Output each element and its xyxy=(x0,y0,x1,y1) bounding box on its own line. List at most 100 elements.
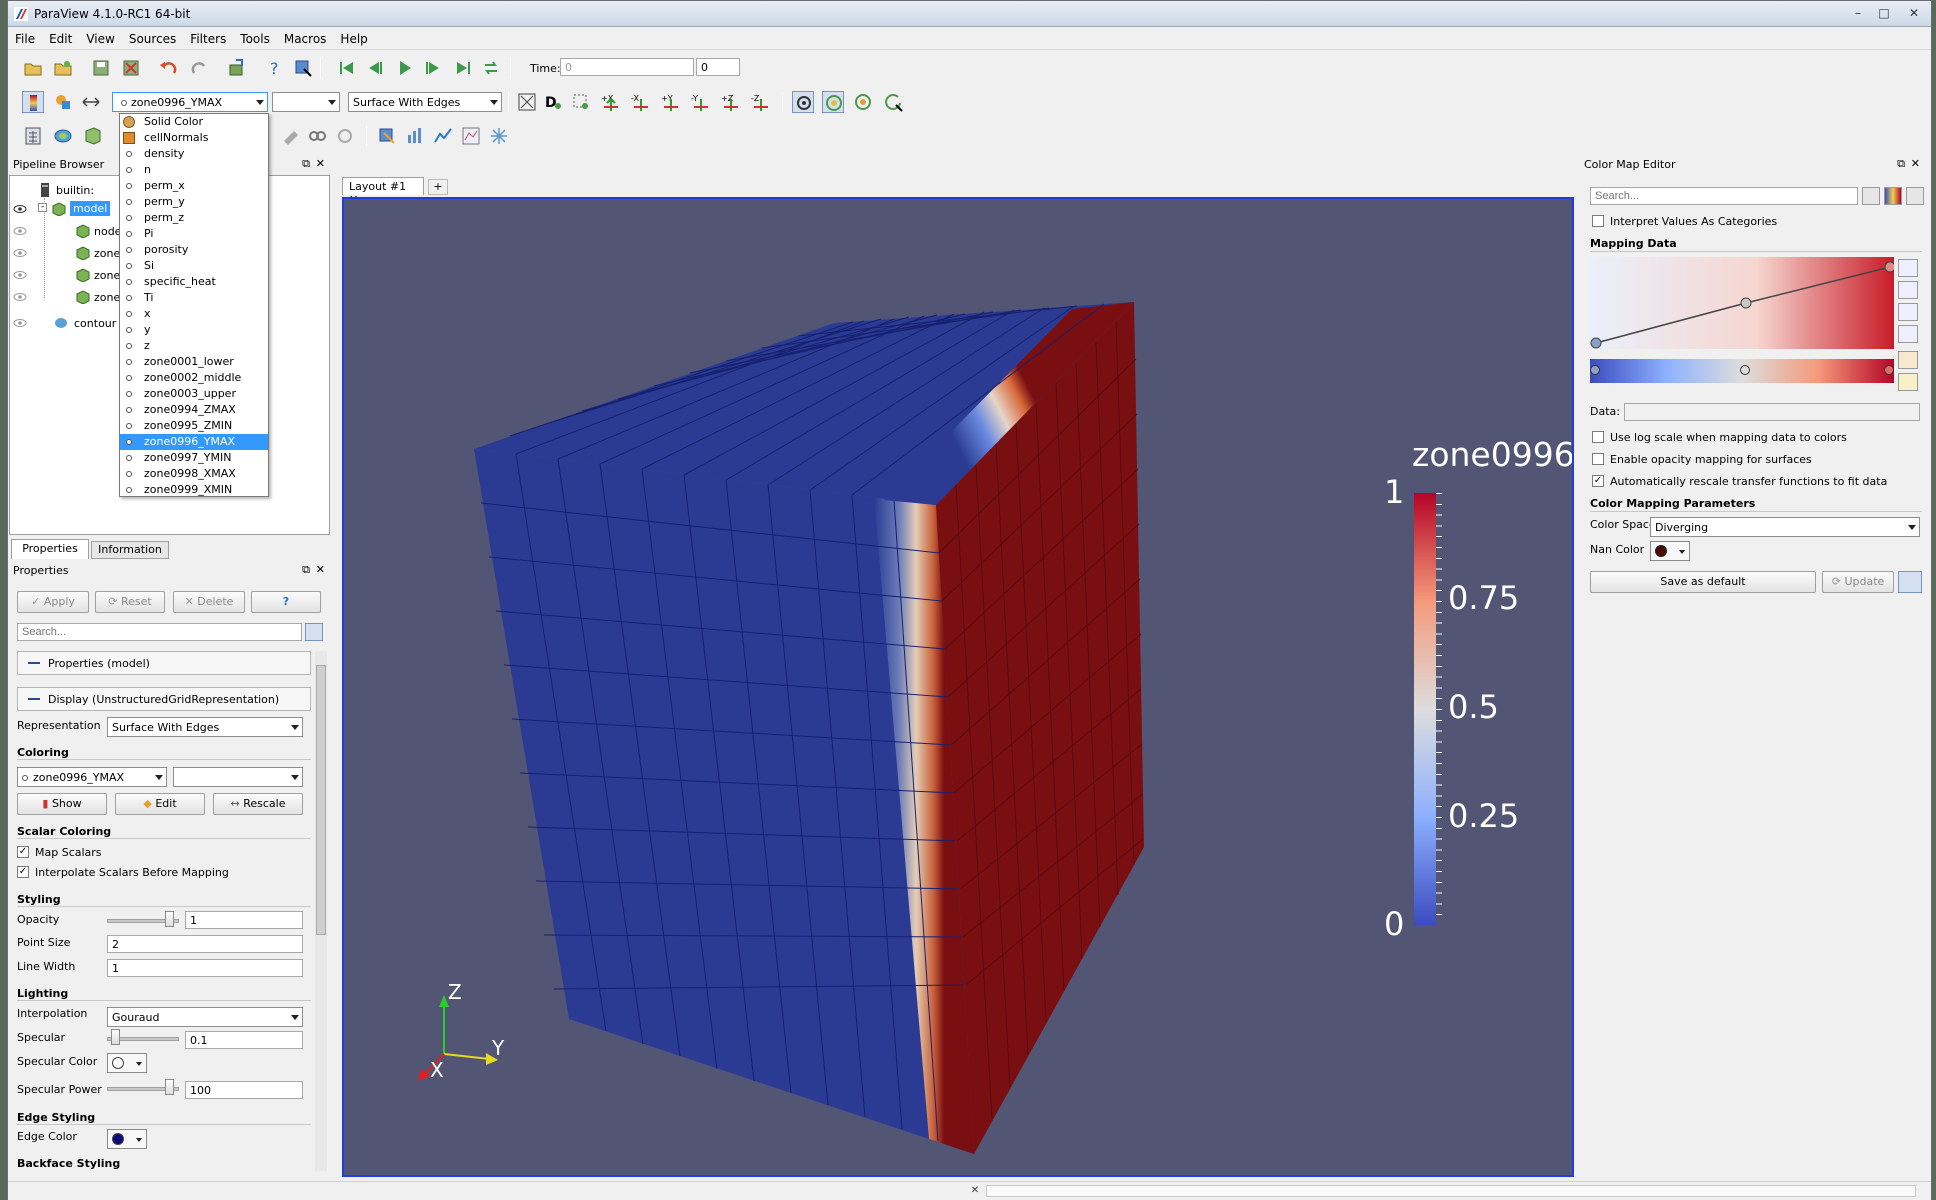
auto-update-toggle-icon[interactable] xyxy=(1898,571,1922,593)
edge-color-button[interactable] xyxy=(107,1129,147,1149)
scrollbar-thumb[interactable] xyxy=(316,665,326,935)
rescale-custom-range-icon[interactable] xyxy=(1898,259,1918,277)
last-frame-icon[interactable] xyxy=(452,57,474,79)
specular-power-slider-handle[interactable] xyxy=(165,1079,174,1095)
dropdown-item-zone0997-ymin[interactable]: zone0997_YMIN xyxy=(120,450,268,466)
tab-information[interactable]: Information xyxy=(91,541,169,559)
contour-icon[interactable] xyxy=(52,125,74,147)
rescale-range-icon[interactable] xyxy=(80,91,102,113)
colormap-presets-icon[interactable] xyxy=(1884,187,1902,205)
save-as-default-button[interactable]: Save as default xyxy=(1590,571,1816,593)
color-array-combo[interactable]: zone0996_YMAX xyxy=(112,92,268,112)
visibility-eye-icon[interactable] xyxy=(13,292,27,302)
group-datasets-icon[interactable] xyxy=(376,125,398,147)
float-panel-icon[interactable]: ⧉ xyxy=(1897,157,1905,171)
menu-view[interactable]: View xyxy=(79,28,121,46)
status-close-icon[interactable]: ✕ xyxy=(968,1185,982,1197)
line-width-field[interactable]: 1 xyxy=(107,959,303,977)
view-plus-z-icon[interactable]: +Z xyxy=(720,91,742,113)
tab-layout-1[interactable]: Layout #1 ✕ xyxy=(342,177,424,206)
add-tab-button[interactable]: + xyxy=(428,179,448,195)
first-frame-icon[interactable] xyxy=(336,57,358,79)
load-state-icon[interactable] xyxy=(52,57,74,79)
dropdown-item-perm-y[interactable]: perm_y xyxy=(120,194,268,210)
dropdown-item-zone0994-zmax[interactable]: zone0994_ZMAX xyxy=(120,402,268,418)
dropdown-item-perm-x[interactable]: perm_x xyxy=(120,178,268,194)
view-minus-z-icon[interactable]: -Z xyxy=(750,91,772,113)
tab-properties[interactable]: Properties xyxy=(11,539,89,559)
help-button[interactable]: ? xyxy=(251,591,321,613)
visibility-eye-icon[interactable] xyxy=(13,226,27,236)
dropdown-item-solid-color[interactable]: Solid Color xyxy=(120,114,268,130)
colormap-gear-icon[interactable] xyxy=(1862,187,1880,205)
section-properties-model[interactable]: Properties (model) xyxy=(17,651,311,675)
representation-select[interactable]: Surface With Edges xyxy=(107,717,303,737)
opacity-function-editor[interactable] xyxy=(1590,257,1896,349)
save-state-icon[interactable] xyxy=(120,57,142,79)
view-plus-x-icon[interactable]: +X xyxy=(600,91,622,113)
menu-macros[interactable]: Macros xyxy=(277,28,334,46)
color-transfer-function-editor[interactable] xyxy=(1590,359,1894,383)
colormap-search-input[interactable] xyxy=(1590,187,1858,205)
next-frame-icon[interactable] xyxy=(422,57,444,79)
close-window-button[interactable]: ✕ xyxy=(1903,4,1925,22)
visibility-eye-icon[interactable] xyxy=(13,204,27,214)
coloring-component-select[interactable] xyxy=(173,767,303,787)
interaction-mode-icon[interactable] xyxy=(792,91,814,113)
redo-icon[interactable] xyxy=(188,57,210,79)
reset-button[interactable]: ⟳ Reset xyxy=(95,591,165,613)
dropdown-item-zone0995-zmin[interactable]: zone0995_ZMIN xyxy=(120,418,268,434)
stream-tracer-icon[interactable] xyxy=(306,125,328,147)
float-panel-icon[interactable]: ⧉ xyxy=(302,563,310,577)
dropdown-item-zone0001-lower[interactable]: zone0001_lower xyxy=(120,354,268,370)
dropdown-item-y[interactable]: y xyxy=(120,322,268,338)
update-button[interactable]: ⟳ Update xyxy=(1822,571,1894,593)
dropdown-item-zone0996-ymax[interactable]: zone0996_YMAX xyxy=(120,434,268,450)
advanced-gear-icon[interactable] xyxy=(305,623,323,641)
menu-sources[interactable]: Sources xyxy=(122,28,183,46)
float-panel-icon[interactable]: ⧉ xyxy=(302,157,310,171)
dropdown-item-density[interactable]: density xyxy=(120,146,268,162)
point-size-field[interactable]: 2 xyxy=(107,935,303,953)
interpret-categories-checkbox[interactable] xyxy=(1592,215,1604,227)
extract-level-icon[interactable] xyxy=(404,125,426,147)
time-step-spinbox[interactable]: 0 xyxy=(696,58,740,76)
view-minus-y-icon[interactable]: -Y xyxy=(690,91,712,113)
dropdown-item-n[interactable]: n xyxy=(120,162,268,178)
properties-search-input[interactable] xyxy=(17,623,302,641)
log-scale-checkbox[interactable] xyxy=(1592,431,1604,443)
colormap-delete-icon[interactable] xyxy=(1906,187,1924,205)
dropdown-item-zone0999-xmin[interactable]: zone0999_XMIN xyxy=(120,482,268,498)
dropdown-item-zone0002-middle[interactable]: zone0002_middle xyxy=(120,370,268,386)
minimize-button[interactable]: – xyxy=(1847,4,1869,22)
menu-help[interactable]: Help xyxy=(333,28,374,46)
connect-icon[interactable] xyxy=(226,57,248,79)
pick-center-icon[interactable] xyxy=(292,57,314,79)
close-panel-icon[interactable]: ✕ xyxy=(1911,157,1920,170)
toggle-color-legend-icon[interactable] xyxy=(22,91,44,113)
reset-camera-icon[interactable] xyxy=(516,91,538,113)
visibility-eye-icon[interactable] xyxy=(13,318,27,328)
play-icon[interactable] xyxy=(394,57,416,79)
rescale-visible-range-icon[interactable] xyxy=(1898,303,1918,321)
auto-rescale-checkbox[interactable]: ✓ xyxy=(1592,475,1604,487)
invert-transfer-function-icon[interactable] xyxy=(1898,325,1918,343)
map-scalars-checkbox[interactable]: ✓ xyxy=(17,846,29,858)
maximize-button[interactable]: □ xyxy=(1873,4,1895,22)
help-icon[interactable]: ? xyxy=(264,57,286,79)
rotate-icon[interactable] xyxy=(822,91,844,113)
calculator-icon[interactable] xyxy=(22,125,44,147)
rescale-button[interactable]: ↔ Rescale xyxy=(213,793,303,815)
dropdown-item-z[interactable]: z xyxy=(120,338,268,354)
coloring-array-select[interactable]: zone0996_YMAX xyxy=(17,767,167,787)
save-data-icon[interactable] xyxy=(90,57,112,79)
opacity-slider-handle[interactable] xyxy=(165,911,174,927)
apply-button[interactable]: ✓ Apply xyxy=(17,591,89,613)
dropdown-item-si[interactable]: Si xyxy=(120,258,268,274)
warp-icon[interactable] xyxy=(334,125,356,147)
close-panel-icon[interactable]: ✕ xyxy=(316,157,325,170)
dropdown-item-specific-heat[interactable]: specific_heat xyxy=(120,274,268,290)
color-array-dropdown-list[interactable]: Solid Color cellNormals density n perm_x perm… xyxy=(119,113,269,497)
dropdown-item-pi[interactable]: Pi xyxy=(120,226,268,242)
specular-slider-handle[interactable] xyxy=(111,1029,120,1045)
